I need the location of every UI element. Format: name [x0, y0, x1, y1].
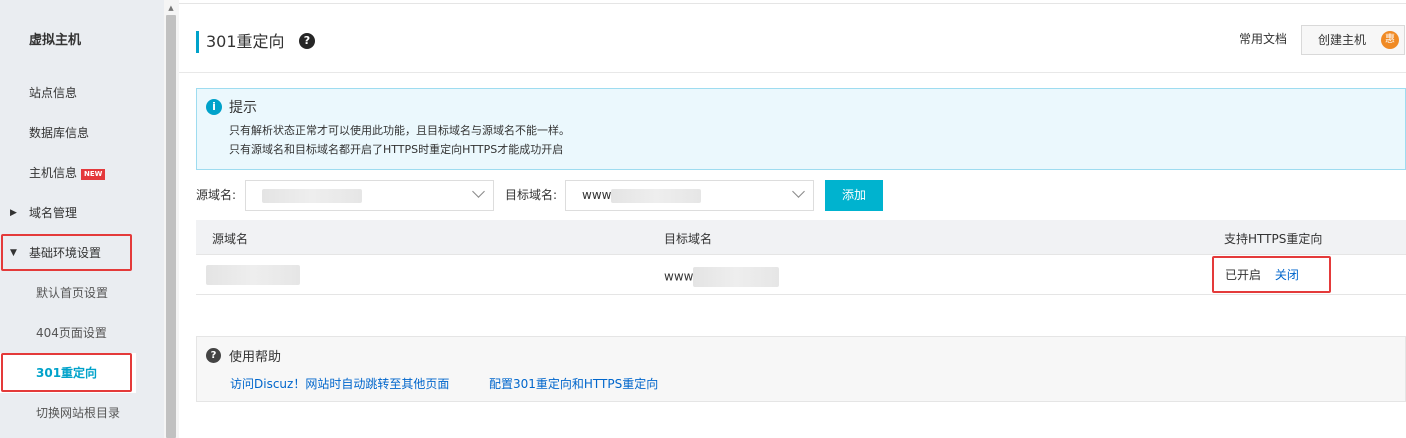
- sidebar-item-301-redirect[interactable]: 301重定向: [0, 353, 136, 393]
- target-domain-prefix: www: [582, 188, 612, 202]
- sidebar-item-database-info[interactable]: 数据库信息: [0, 113, 164, 153]
- create-host-button[interactable]: 创建主机 惠: [1301, 25, 1405, 55]
- notice-title: 提示: [229, 100, 257, 116]
- notice-line: 只有解析状态正常才可以使用此功能，且目标域名与源域名不能一样。: [229, 124, 570, 137]
- create-host-label: 创建主机: [1318, 33, 1367, 47]
- header-divider: [179, 72, 1406, 73]
- redacted-value: [206, 265, 300, 285]
- help-title: 使用帮助: [229, 350, 282, 365]
- sidebar-item-label: 基础环境设置: [29, 246, 102, 260]
- sidebar-item-label: 数据库信息: [29, 126, 90, 140]
- target-domain-cell: www: [664, 267, 780, 287]
- sidebar-item-label: 默认首页设置: [36, 286, 109, 300]
- add-button[interactable]: 添加: [825, 180, 883, 211]
- top-rule: [179, 0, 1406, 4]
- sidebar-item-label: 主机信息: [29, 166, 78, 180]
- question-icon: ?: [206, 348, 221, 363]
- help-link-discuz-redirect[interactable]: 访问Discuz！网站时自动跳转至其他页面: [230, 375, 449, 392]
- sidebar-item-label: 站点信息: [29, 86, 78, 100]
- redacted-value: [611, 188, 702, 203]
- sidebar-item-host-info[interactable]: 主机信息 NEW: [0, 153, 164, 193]
- sidebar-item-label: 域名管理: [29, 206, 78, 220]
- sidebar: 虚拟主机 站点信息 数据库信息 主机信息 NEW ▶ 域名管理 ▼ 基础环境设置 …: [0, 0, 164, 438]
- https-status: 已开启: [1225, 268, 1262, 282]
- sidebar-item-404-page[interactable]: 404页面设置: [0, 313, 164, 353]
- sidebar-item-switch-root-dir[interactable]: 切换网站根目录: [0, 393, 164, 433]
- source-domain-select[interactable]: [245, 180, 494, 211]
- docs-link[interactable]: 常用文档: [1239, 31, 1287, 47]
- table-row: www 已开启 关闭: [196, 255, 1406, 295]
- https-status-cell: 已开启 关闭: [1225, 267, 1299, 283]
- sidebar-item-label: 切换网站根目录: [36, 406, 121, 420]
- sidebar-item-label-wrap: 主机信息 NEW: [29, 153, 106, 193]
- help-box: ? 使用帮助 访问Discuz！网站时自动跳转至其他页面 配置301重定向和HT…: [196, 336, 1406, 402]
- https-close-link[interactable]: 关闭: [1275, 268, 1299, 282]
- sidebar-scrollbar[interactable]: [166, 15, 176, 438]
- page-title: 301重定向: [196, 31, 285, 53]
- redacted-value: [693, 267, 780, 287]
- column-header-source: 源域名: [212, 232, 249, 246]
- column-header-target: 目标域名: [664, 232, 713, 246]
- target-domain-prefix: www: [664, 269, 694, 284]
- notice-line: 只有源域名和目标域名都开启了HTTPS时重定向HTTPS才能成功开启: [229, 143, 564, 156]
- source-domain-cell: [206, 265, 300, 285]
- info-icon: i: [206, 99, 222, 115]
- source-domain-label: 源域名:: [196, 188, 237, 202]
- chevron-down-icon: [472, 185, 485, 198]
- sidebar-item-label: 301重定向: [36, 366, 98, 380]
- sidebar-item-domain-management[interactable]: ▶ 域名管理: [0, 193, 164, 233]
- chevron-down-icon: [792, 185, 805, 198]
- target-domain-label: 目标域名:: [505, 188, 558, 202]
- sidebar-item-label: 404页面设置: [36, 326, 107, 340]
- caret-down-icon: ▼: [10, 248, 17, 258]
- new-badge: NEW: [81, 169, 106, 180]
- target-domain-select[interactable]: www: [565, 180, 814, 211]
- sidebar-item-basic-env-settings[interactable]: ▼ 基础环境设置: [0, 233, 164, 273]
- sidebar-title: 虚拟主机: [29, 33, 82, 48]
- redacted-value: [262, 188, 362, 203]
- scroll-up-arrow-icon[interactable]: ▲: [166, 3, 176, 13]
- sidebar-item-site-info[interactable]: 站点信息: [0, 73, 164, 113]
- discount-badge-icon: 惠: [1381, 31, 1399, 49]
- help-link-configure-redirect[interactable]: 配置301重定向和HTTPS重定向: [489, 375, 658, 392]
- notice-box: i 提示 只有解析状态正常才可以使用此功能，且目标域名与源域名不能一样。 只有源…: [196, 88, 1406, 170]
- caret-right-icon: ▶: [10, 208, 17, 218]
- table-header: 源域名 目标域名 支持HTTPS重定向: [196, 220, 1406, 255]
- sidebar-item-default-homepage[interactable]: 默认首页设置: [0, 273, 164, 313]
- column-header-https: 支持HTTPS重定向: [1224, 232, 1323, 246]
- help-icon[interactable]: ?: [299, 33, 315, 49]
